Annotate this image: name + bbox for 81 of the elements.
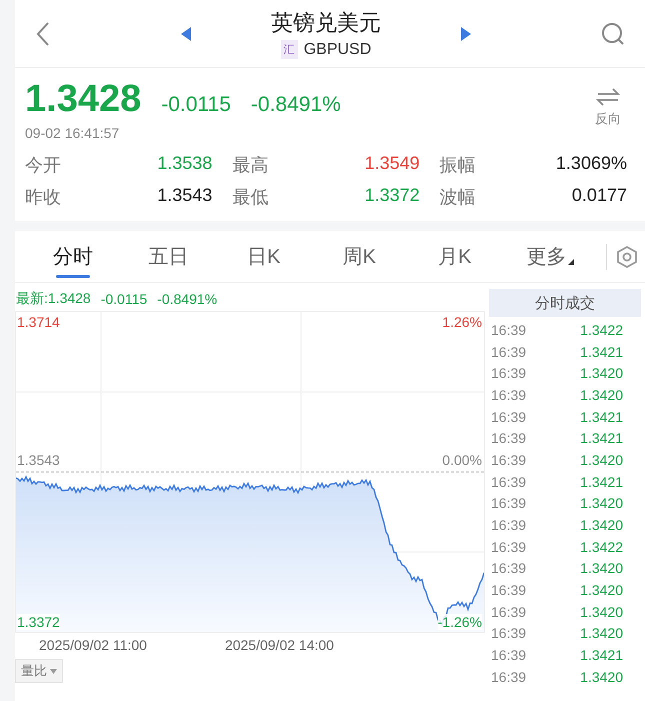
trade-time: 16:39 [491,625,526,642]
trade-time: 16:39 [491,365,526,382]
quote-time: 09-02 16:41:57 [25,125,120,141]
stat-value: 1.3538 [157,153,212,175]
stat-value: 1.3549 [364,153,420,175]
stat-label: 振幅 [440,154,476,177]
trade-price: 1.3421 [580,474,623,490]
back-icon[interactable] [35,20,51,46]
trade-price: 1.3420 [580,625,623,642]
trade-price: 1.3421 [580,430,623,446]
trade-price: 1.3420 [580,582,623,598]
trade-time: 16:39 [491,452,526,468]
trade-time: 16:39 [491,344,526,360]
trade-time: 16:39 [491,386,526,403]
period-tab[interactable]: 五日 [120,231,216,282]
swap-icon [596,88,620,106]
page-title: 英镑兑美元 [271,9,381,37]
stat-value: 1.3069% [556,153,627,175]
axis-value: -1.26% [438,614,482,630]
trade-time: 16:39 [491,647,526,664]
stat-label: 波幅 [440,186,476,209]
period-tab[interactable]: 更多 [502,231,598,282]
stat-label: 最高 [232,154,268,177]
stat-value: 0.0177 [572,185,627,207]
price-change: -0.0115 [161,93,231,117]
period-tab[interactable]: 月K [407,231,502,282]
trade-time: 16:39 [491,322,526,338]
period-tab[interactable]: 周K [312,231,407,282]
latest-price: 最新:1.3428 [16,290,91,308]
stat-value: 1.3372 [364,185,420,207]
trade-time: 16:39 [491,668,526,685]
previous-icon[interactable] [181,26,191,40]
trade-price: 1.3420 [580,604,623,620]
trade-time: 16:39 [491,604,526,620]
axis-value: 1.3714 [17,314,60,330]
trade-time: 16:39 [491,517,526,534]
stat-value: 1.3543 [157,185,212,207]
trade-time: 16:39 [491,582,526,598]
search-icon[interactable] [601,22,625,46]
trade-time: 16:39 [491,560,526,576]
period-tab[interactable]: 日K [216,231,312,282]
trade-price: 1.3421 [580,344,623,360]
reverse-button[interactable]: 反向 [589,78,627,141]
next-icon[interactable] [461,26,471,40]
stat-label: 昨收 [25,186,61,209]
forex-badge: 汇 [280,40,298,59]
trade-time: 16:39 [491,538,526,555]
caret-icon [50,668,57,674]
trade-time: 16:39 [491,474,526,490]
axis-value: 1.26% [442,314,482,330]
trades-header: 分时成交 [489,289,641,317]
axis-value: 1.3372 [17,614,60,630]
trade-price: 1.3420 [580,560,623,576]
trade-price: 1.3420 [580,668,623,685]
time-axis-label: 2025/09/02 11:00 [39,637,147,653]
trade-price: 1.3421 [580,408,623,425]
latest-change: -0.0115 [100,291,148,307]
trade-time: 16:39 [491,408,526,425]
symbol-code: GBPUSD [304,40,372,58]
trade-price: 1.3420 [580,386,623,403]
trade-time: 16:39 [491,495,526,512]
caret-icon [568,259,574,265]
trade-price: 1.3422 [580,538,623,555]
trade-price: 1.3420 [580,365,623,382]
percent-change: -0.8491% [250,93,341,117]
trade-price: 1.3421 [580,647,623,664]
period-tab[interactable]: 分时 [25,231,120,282]
axis-value: 1.3543 [17,452,60,468]
trade-price: 1.3422 [580,322,623,338]
trade-time: 16:39 [491,430,526,446]
last-price: 1.3428 [25,78,142,121]
indicator-dropdown[interactable]: 量比 [15,659,63,683]
latest-percent: -0.8491% [157,291,218,307]
axis-value: 0.00% [442,452,482,468]
settings-icon[interactable] [615,244,639,268]
time-axis-label: 2025/09/02 14:00 [224,637,334,653]
trade-price: 1.3420 [580,452,623,468]
stat-label: 今开 [25,154,61,177]
stat-label: 最低 [232,186,268,209]
trade-price: 1.3420 [580,517,623,534]
trade-price: 1.3420 [580,495,623,512]
